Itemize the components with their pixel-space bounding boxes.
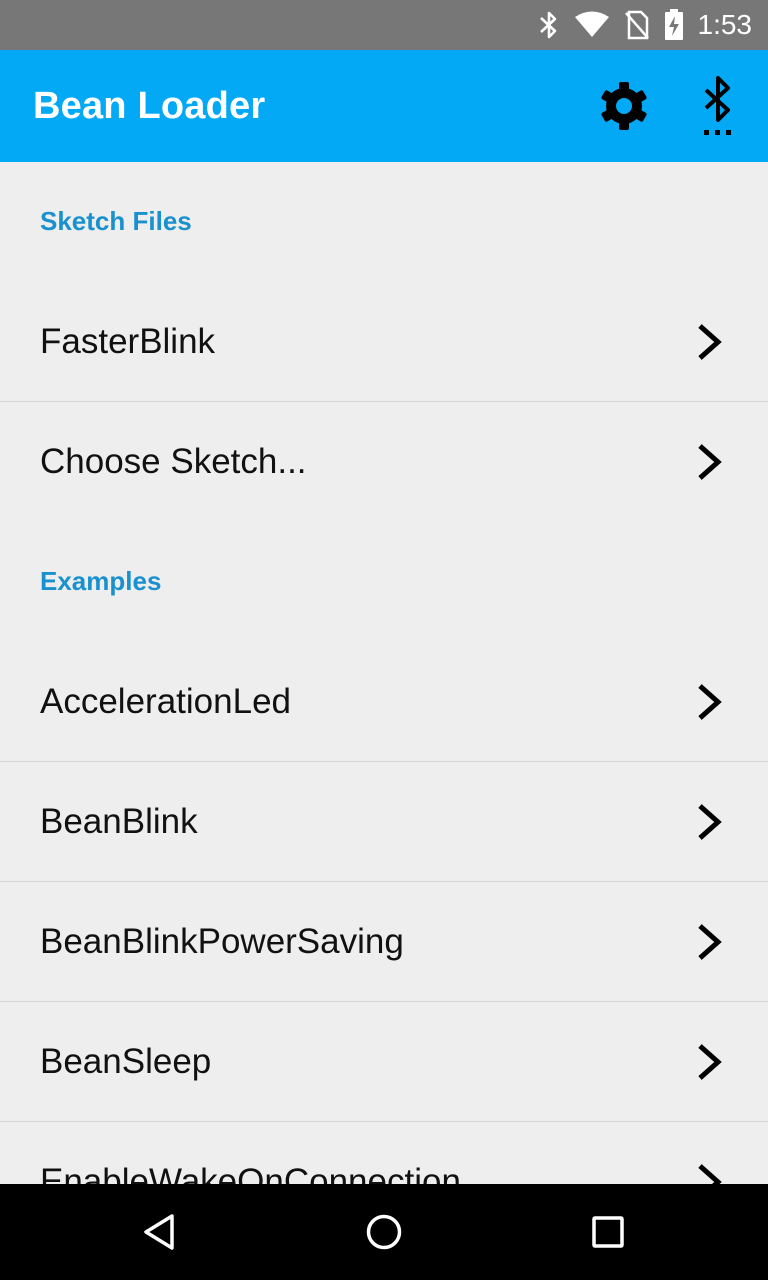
navigation-bar bbox=[0, 1184, 768, 1280]
settings-icon bbox=[601, 82, 647, 130]
bluetooth-searching-icon bbox=[704, 76, 731, 135]
chevron-right-icon bbox=[698, 324, 722, 360]
recents-button[interactable] bbox=[584, 1208, 632, 1256]
no-sim-icon bbox=[624, 10, 649, 40]
list-item-label: AccelerationLed bbox=[40, 682, 291, 721]
list-item-label: Choose Sketch... bbox=[40, 442, 307, 481]
bluetooth-search-button[interactable] bbox=[686, 74, 750, 138]
list-item[interactable]: FasterBlink bbox=[0, 282, 768, 402]
list-item-label: BeanSleep bbox=[40, 1042, 212, 1081]
chevron-right-icon bbox=[698, 444, 722, 480]
section-header-examples: Examples bbox=[40, 566, 162, 596]
list-item-label: FasterBlink bbox=[40, 322, 216, 361]
section-header-sketch-files: Sketch Files bbox=[40, 206, 192, 236]
app-bar: Bean Loader bbox=[0, 50, 768, 162]
wifi-icon bbox=[574, 11, 609, 37]
home-button[interactable] bbox=[360, 1208, 408, 1256]
chevron-right-icon bbox=[698, 924, 722, 960]
app-title: Bean Loader bbox=[33, 85, 266, 127]
chevron-right-icon bbox=[698, 1164, 722, 1184]
list-item[interactable]: AccelerationLed bbox=[0, 642, 768, 762]
list-item[interactable]: BeanBlink bbox=[0, 762, 768, 882]
list-item-label: BeanBlink bbox=[40, 802, 198, 841]
list-item-label: EnableWakeOnConnection bbox=[40, 1162, 461, 1184]
back-icon bbox=[144, 1214, 174, 1250]
list-item[interactable]: BeanSleep bbox=[0, 1002, 768, 1122]
sketch-list: Sketch Files FasterBlink Choose Sketch..… bbox=[0, 162, 768, 1184]
home-icon bbox=[366, 1214, 402, 1250]
chevron-right-icon bbox=[698, 684, 722, 720]
recents-icon bbox=[592, 1216, 624, 1248]
status-bar: 1:53 bbox=[0, 0, 768, 50]
list-item-label: BeanBlinkPowerSaving bbox=[40, 922, 404, 961]
status-icons: 1:53 bbox=[538, 0, 753, 50]
chevron-right-icon bbox=[698, 1044, 722, 1080]
status-time: 1:53 bbox=[697, 9, 753, 40]
list-item[interactable]: Choose Sketch... bbox=[0, 402, 768, 522]
chevron-right-icon bbox=[698, 804, 722, 840]
battery-charging-icon bbox=[664, 9, 683, 40]
back-button[interactable] bbox=[136, 1208, 184, 1256]
list-item[interactable]: EnableWakeOnConnection bbox=[0, 1122, 768, 1184]
settings-button[interactable] bbox=[592, 74, 656, 138]
list-item[interactable]: BeanBlinkPowerSaving bbox=[0, 882, 768, 1002]
bluetooth-icon bbox=[539, 11, 556, 39]
